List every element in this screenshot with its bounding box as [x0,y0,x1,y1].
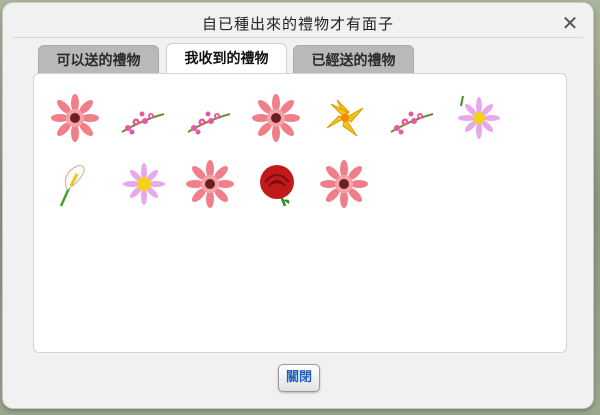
pink-gerbera-icon[interactable] [186,160,234,208]
tab-sent[interactable]: 已經送的禮物 [293,45,414,74]
tab-giftable[interactable]: 可以送的禮物 [38,45,159,74]
yellow-lily-icon[interactable] [321,94,369,142]
close-icon[interactable]: ✕ [559,12,581,34]
pink-gerbera-icon[interactable] [252,94,300,142]
dialog-title: 自已種出來的禮物才有面子 [201,15,394,33]
close-button[interactable]: 關閉 [278,364,320,392]
cherry-blossom-branch-icon[interactable] [118,94,166,142]
tab-received[interactable]: 我收到的禮物 [166,43,287,76]
title-divider [13,37,583,38]
purple-daisy-icon[interactable] [120,160,168,208]
pink-gerbera-icon[interactable] [320,160,368,208]
cherry-blossom-branch-icon[interactable] [184,94,232,142]
cherry-blossom-branch-icon[interactable] [387,94,435,142]
gift-panel [33,73,567,353]
calla-lily-icon[interactable] [51,160,99,208]
gift-dialog: 自已種出來的禮物才有面子 ✕ 可以送的禮物 我收到的禮物 已經送的禮物 關閉 [3,3,593,408]
red-rose-icon[interactable] [253,160,301,208]
pink-gerbera-icon[interactable] [51,94,99,142]
purple-daisy-icon[interactable] [455,94,503,142]
